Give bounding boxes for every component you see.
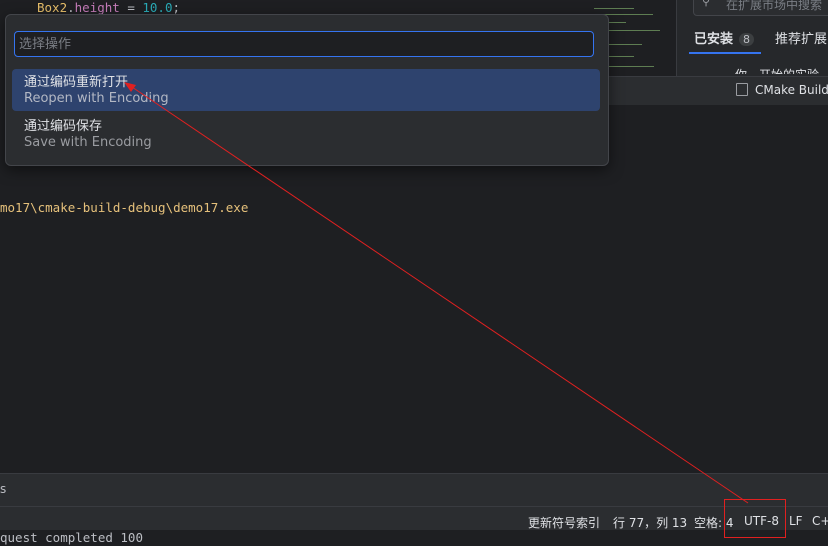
tool-bar-label[interactable]: s — [0, 482, 6, 496]
cmake-file-icon — [736, 83, 748, 96]
action-label-en: Reopen with Encoding — [24, 91, 169, 106]
tab-cmake-build[interactable]: CMake Build To — [755, 83, 828, 97]
code-semicolon: ; — [172, 0, 181, 15]
tab-installed-label: 已安装 — [694, 32, 734, 47]
code-operator: = — [119, 0, 143, 15]
code-property: height — [74, 0, 120, 15]
exe-path-line: mo17\cmake-build-debug\demo17.exe — [0, 200, 249, 215]
action-label-en: Save with Encoding — [24, 135, 152, 150]
line-ending-selector[interactable]: LF — [789, 514, 803, 528]
extension-search-placeholder: 在扩展市场中搜索 — [726, 0, 823, 12]
code-number: 10.0 — [142, 0, 173, 15]
installed-count-badge: 8 — [739, 33, 755, 46]
tab-recommended[interactable]: 推荐扩展 — [775, 28, 827, 47]
language-selector[interactable]: C++ — [812, 514, 828, 528]
tool-window-tabs: CMake Build To — [608, 76, 828, 106]
action-save-with-encoding[interactable]: 通过编码保存 Save with Encoding — [12, 113, 600, 155]
cursor-position[interactable]: 行 77，列 13 — [613, 514, 687, 531]
action-label-zh: 通过编码重新打开 — [24, 75, 129, 90]
action-search-input[interactable] — [14, 31, 594, 57]
action-label-zh: 通过编码保存 — [24, 119, 103, 134]
code-line: Box2.height = 10.0; — [37, 0, 181, 15]
annotation-highlight-box — [724, 499, 786, 538]
search-icon: ⚲ — [702, 0, 711, 8]
minimap-line — [600, 30, 660, 31]
extensions-panel: ⚲ 在扩展市场中搜索 已安装 8 推荐扩展 你一开始的实验 — [676, 0, 828, 76]
minimap-line — [594, 8, 634, 9]
indexing-status[interactable]: 更新符号索引 — [528, 514, 600, 531]
tab-installed[interactable]: 已安装 8 — [694, 28, 755, 47]
encoding-action-popup: 通过编码重新打开 Reopen with Encoding 通过编码保存 Sav… — [5, 14, 609, 166]
tab-active-indicator — [689, 52, 761, 54]
extension-list-item-title[interactable]: 你一开始的实验 — [735, 66, 819, 74]
code-identifier: Box2 — [37, 0, 68, 15]
extension-search-field[interactable]: ⚲ 在扩展市场中搜索 — [693, 0, 828, 16]
action-reopen-with-encoding[interactable]: 通过编码重新打开 Reopen with Encoding — [12, 69, 600, 111]
bottom-tool-bar: s — [0, 473, 828, 506]
terminal-status-line: quest completed 100 — [0, 530, 828, 546]
tab-recommended-label: 推荐扩展 — [775, 32, 828, 47]
